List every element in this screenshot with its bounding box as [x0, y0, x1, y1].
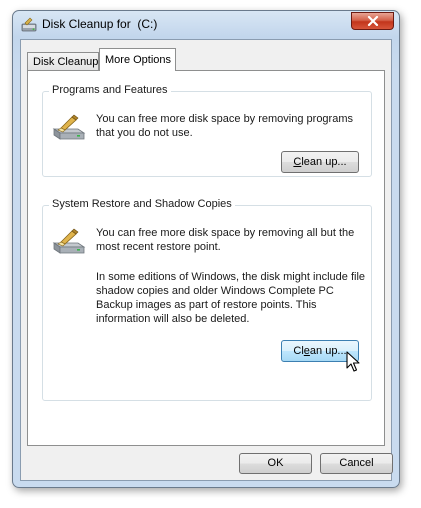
title-bar[interactable]: Disk Cleanup for (C:)	[13, 11, 399, 39]
dialog-client-area: Disk Cleanup More Options Programs and F…	[20, 39, 393, 481]
disk-cleanup-window: Disk Cleanup for (C:) Disk Cleanup More …	[12, 10, 400, 488]
mouse-pointer-icon	[346, 351, 360, 372]
programs-clean-up-button[interactable]: Clean up...	[281, 151, 359, 173]
close-icon	[367, 16, 378, 26]
restore-button-prefix: Cl	[293, 345, 304, 357]
ok-button[interactable]: OK	[239, 453, 312, 474]
restore-drive-icon	[52, 228, 86, 254]
disk-cleanup-icon	[21, 17, 37, 32]
more-options-panel: Programs and Features You can free more …	[27, 70, 385, 446]
restore-description: You can free more disk space by removing…	[96, 227, 355, 253]
programs-button-suffix: lean up...	[301, 156, 347, 168]
cancel-button[interactable]: Cancel	[320, 453, 393, 474]
programs-drive-icon	[52, 114, 86, 140]
programs-description: You can free more disk space by removing…	[96, 113, 353, 139]
restore-note: In some editions of Windows, the disk mi…	[96, 271, 366, 325]
system-restore-heading: System Restore and Shadow Copies	[49, 198, 235, 210]
window-title: Disk Cleanup for (C:)	[42, 17, 158, 31]
programs-features-group: Programs and Features You can free more …	[42, 84, 372, 177]
tab-disk-cleanup[interactable]: Disk Cleanup	[27, 52, 99, 70]
system-restore-group: System Restore and Shadow Copies You can…	[42, 198, 372, 401]
restore-button-suffix: an up...	[309, 345, 347, 357]
programs-features-heading: Programs and Features	[49, 84, 171, 96]
tab-more-options[interactable]: More Options	[99, 48, 176, 71]
close-button[interactable]	[351, 12, 394, 30]
